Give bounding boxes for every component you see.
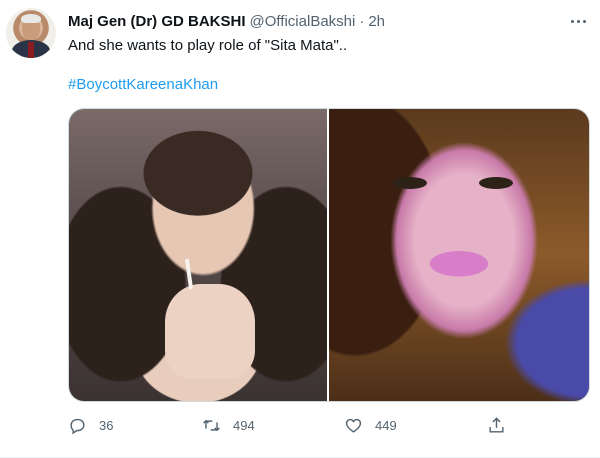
photo-cigarette <box>184 258 194 290</box>
reply-count: 36 <box>99 417 114 433</box>
author-handle[interactable]: @OfficialBakshi <box>250 13 356 30</box>
more-dot <box>576 19 580 23</box>
avatar-hair <box>21 14 41 23</box>
reply-button[interactable]: 36 <box>68 413 113 437</box>
author-name[interactable]: Maj Gen (Dr) GD BAKSHI <box>68 13 246 30</box>
photo-eye-right <box>479 177 513 189</box>
reply-icon <box>70 418 85 434</box>
heart-icon <box>345 418 362 433</box>
tweet-timestamp[interactable]: 2h <box>368 13 385 30</box>
tweet-header: Maj Gen (Dr) GD BAKSHI @OfficialBakshi ·… <box>68 11 385 31</box>
tweet-actions: 36 494 449 <box>68 413 528 437</box>
retweet-icon <box>203 419 220 431</box>
more-dot <box>570 19 574 23</box>
avatar[interactable] <box>6 8 56 58</box>
tweet-card[interactable]: Maj Gen (Dr) GD BAKSHI @OfficialBakshi ·… <box>0 0 600 458</box>
tweet-text: And she wants to play role of "Sita Mata… <box>68 37 348 54</box>
like-button[interactable]: 449 <box>344 413 397 437</box>
photo-eye-left <box>393 177 427 189</box>
retweet-button[interactable]: 494 <box>202 413 255 437</box>
media-photo-left[interactable] <box>69 109 327 401</box>
avatar-tie <box>28 42 34 58</box>
media-photo-right[interactable] <box>329 109 589 401</box>
share-icon <box>489 416 504 433</box>
retweet-count: 494 <box>233 417 255 433</box>
more-horizontal-icon[interactable] <box>564 10 592 32</box>
like-count: 449 <box>375 417 397 433</box>
hashtag-link[interactable]: #BoycottKareenaKhan <box>68 75 218 95</box>
photo-hands <box>165 284 255 379</box>
tweet-media[interactable] <box>68 108 590 402</box>
separator-dot: · <box>359 12 365 30</box>
share-button[interactable] <box>487 413 506 437</box>
more-dot <box>582 19 586 23</box>
